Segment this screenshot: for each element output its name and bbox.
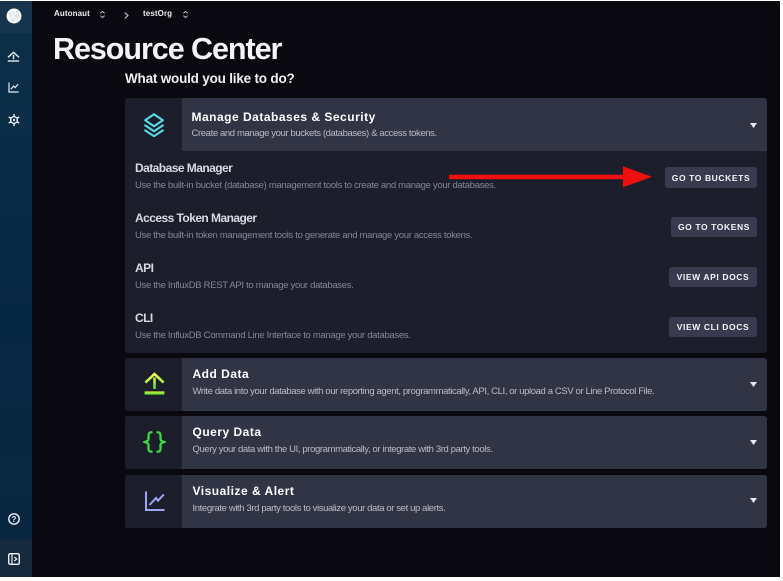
svg-text:?: ? bbox=[11, 515, 16, 524]
